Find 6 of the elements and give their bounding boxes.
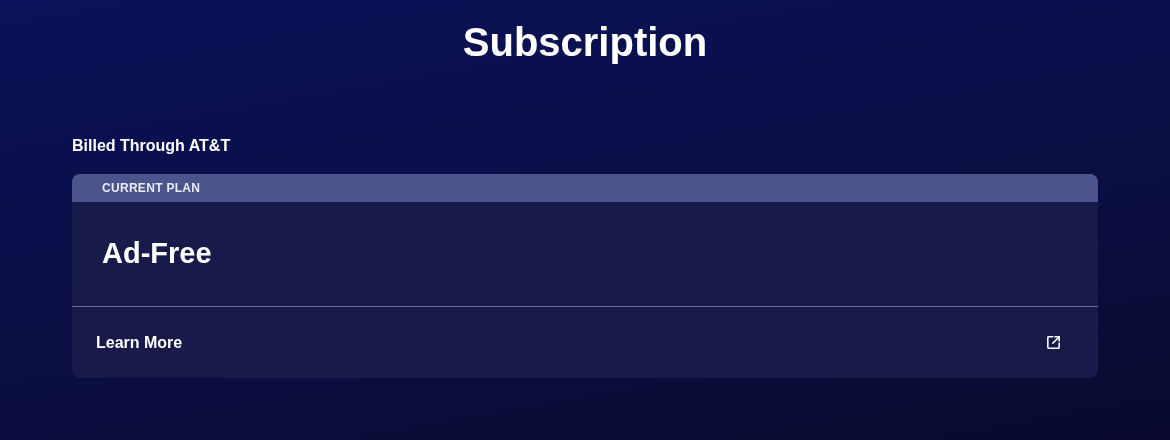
billing-label: Billed Through AT&T xyxy=(72,137,231,154)
plan-name: Ad-Free xyxy=(102,236,212,272)
learn-more-link[interactable]: Learn More xyxy=(72,307,1098,378)
card-header: CURRENT PLAN xyxy=(102,180,201,197)
external-link-icon xyxy=(1045,334,1062,351)
page-title: Subscription xyxy=(462,19,708,66)
